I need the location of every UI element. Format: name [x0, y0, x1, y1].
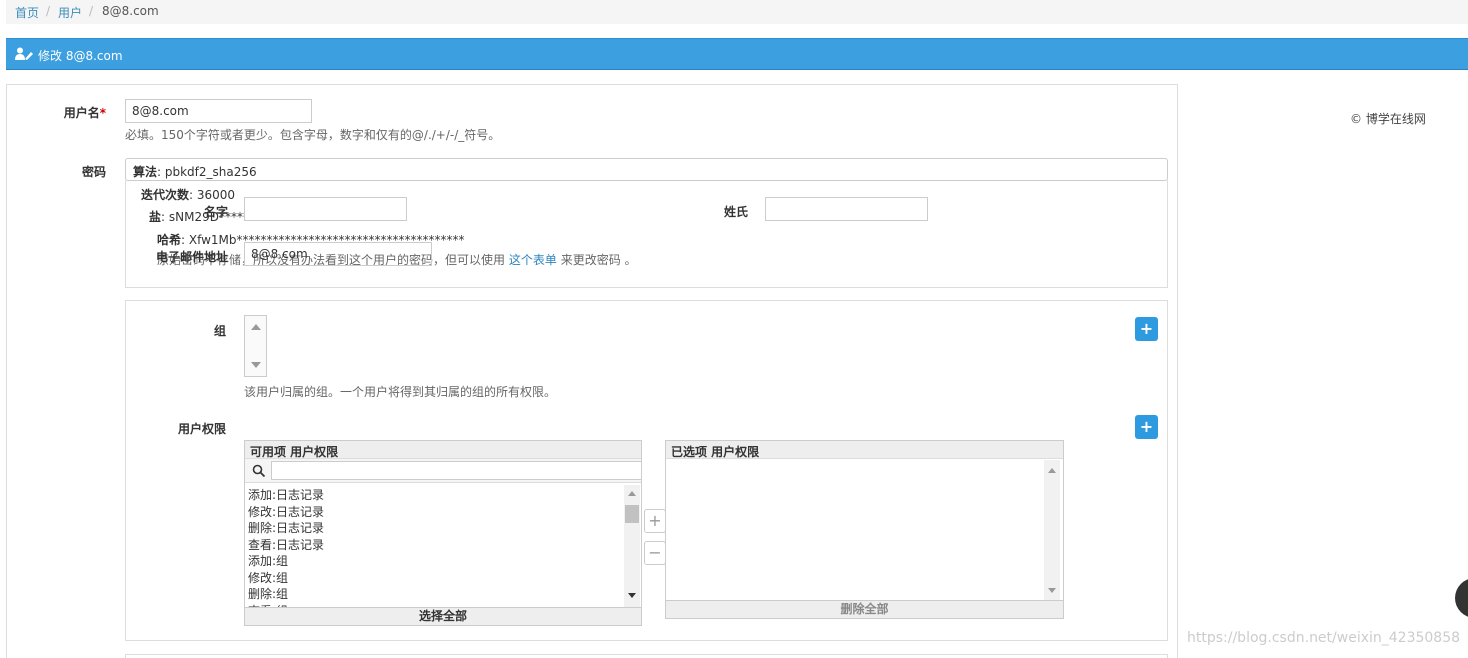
permission-option[interactable]: 删除:组 [248, 585, 288, 602]
chosen-permissions-box: 已选项 用户权限 删除全部 [665, 440, 1064, 619]
email-label: 电子邮件地址 [155, 250, 228, 264]
first-name-input[interactable] [244, 197, 407, 221]
chosen-permissions-title: 已选项 用户权限 [666, 441, 1063, 459]
breadcrumb: 首页 / 用户 / 8@8.com [6, 0, 1468, 24]
first-name-label: 名字 [203, 205, 228, 219]
algorithm-label: 算法 [133, 165, 158, 179]
username-label: 用户名* [50, 104, 106, 121]
available-permissions-box: 可用项 用户权限 添加:日志记录 修改:日志记录 删除:日志记录 查看:日志记录 添加:… [244, 440, 642, 626]
next-fieldset-edge [125, 654, 1168, 658]
scroll-up-icon[interactable] [1048, 468, 1056, 473]
username-help: 必填。150个字符或者更少。包含字母，数字和仅有的@/./+/-/_符号。 [125, 128, 501, 142]
username-input[interactable] [125, 99, 312, 123]
available-scrollbar[interactable] [624, 485, 640, 607]
scroll-down-icon[interactable] [628, 593, 636, 598]
password-label: 密码 [81, 165, 106, 179]
hash-label: 哈希 [157, 233, 182, 247]
last-name-label: 姓氏 [723, 205, 748, 219]
page-title: 修改 8@8.com [38, 49, 123, 63]
floating-action-button[interactable] [1455, 578, 1468, 618]
groups-select[interactable] [244, 315, 267, 377]
add-selected-button[interactable]: + [644, 509, 666, 533]
copyright-text: © 博学在线网 [1350, 112, 1426, 126]
breadcrumb-separator: / [89, 4, 94, 18]
remove-selected-button[interactable]: − [644, 541, 666, 565]
algorithm-value: : pbkdf2_sha256 [157, 165, 257, 179]
groups-help: 该用户归属的组。一个用户将得到其归属的组的所有权限。 [244, 385, 557, 399]
permission-option[interactable]: 修改:日志记录 [248, 503, 324, 520]
choose-all-button[interactable]: 选择全部 [245, 607, 641, 625]
change-password-link[interactable]: 这个表单 [509, 253, 557, 267]
required-mark: * [99, 106, 106, 120]
add-permission-button[interactable]: + [1135, 415, 1158, 439]
breadcrumb-separator: / [46, 4, 51, 18]
permission-option[interactable]: 修改:组 [248, 569, 288, 586]
chosen-scrollbar[interactable] [1044, 460, 1060, 600]
scroll-up-icon[interactable] [251, 324, 261, 330]
breadcrumb-home-link[interactable]: 首页 [15, 4, 39, 21]
scroll-down-icon[interactable] [251, 362, 261, 368]
salt-label: 盐 [149, 210, 162, 224]
groups-label: 组 [213, 324, 226, 338]
remove-all-button[interactable]: 删除全部 [666, 600, 1063, 618]
available-permissions-list[interactable]: 添加:日志记录 修改:日志记录 删除:日志记录 查看:日志记录 添加:组 修改:组 删除:组… [245, 485, 623, 607]
permission-option[interactable]: 添加:日志记录 [248, 486, 324, 503]
permission-option[interactable]: 删除:日志记录 [248, 519, 324, 536]
iterations-label: 迭代次数 [141, 188, 190, 202]
available-permissions-title: 可用项 用户权限 [245, 441, 641, 459]
permissions-label: 用户权限 [177, 422, 226, 436]
permission-option[interactable]: 添加:组 [248, 552, 288, 569]
permission-filter-input[interactable] [271, 461, 642, 480]
username-label-text: 用户名 [63, 106, 100, 120]
scroll-down-icon[interactable] [1048, 588, 1056, 593]
page-header: 修改 8@8.com [6, 38, 1468, 70]
breadcrumb-current: 8@8.com [102, 4, 159, 18]
password-algorithm-box: 算法: pbkdf2_sha256 [125, 158, 1168, 181]
password-note-suffix: 来更改密码 。 [560, 253, 637, 267]
scrollbar-thumb[interactable] [625, 505, 639, 523]
watermark-text: https://blog.csdn.net/weixin_42350858 [1187, 630, 1461, 646]
permission-option[interactable]: 查看:日志记录 [248, 536, 324, 553]
iterations-value: : 36000 [189, 188, 236, 202]
last-name-input[interactable] [765, 197, 928, 221]
user-edit-icon [15, 47, 33, 60]
add-group-button[interactable]: + [1135, 317, 1158, 341]
algorithm-row: 算法: pbkdf2_sha256 [133, 163, 257, 180]
permission-filter [245, 459, 642, 483]
scroll-up-icon[interactable] [628, 491, 636, 496]
breadcrumb-users-link[interactable]: 用户 [58, 4, 82, 21]
search-icon [252, 464, 266, 478]
iterations-row: 迭代次数: 36000 [141, 186, 235, 203]
email-input[interactable] [244, 242, 432, 266]
